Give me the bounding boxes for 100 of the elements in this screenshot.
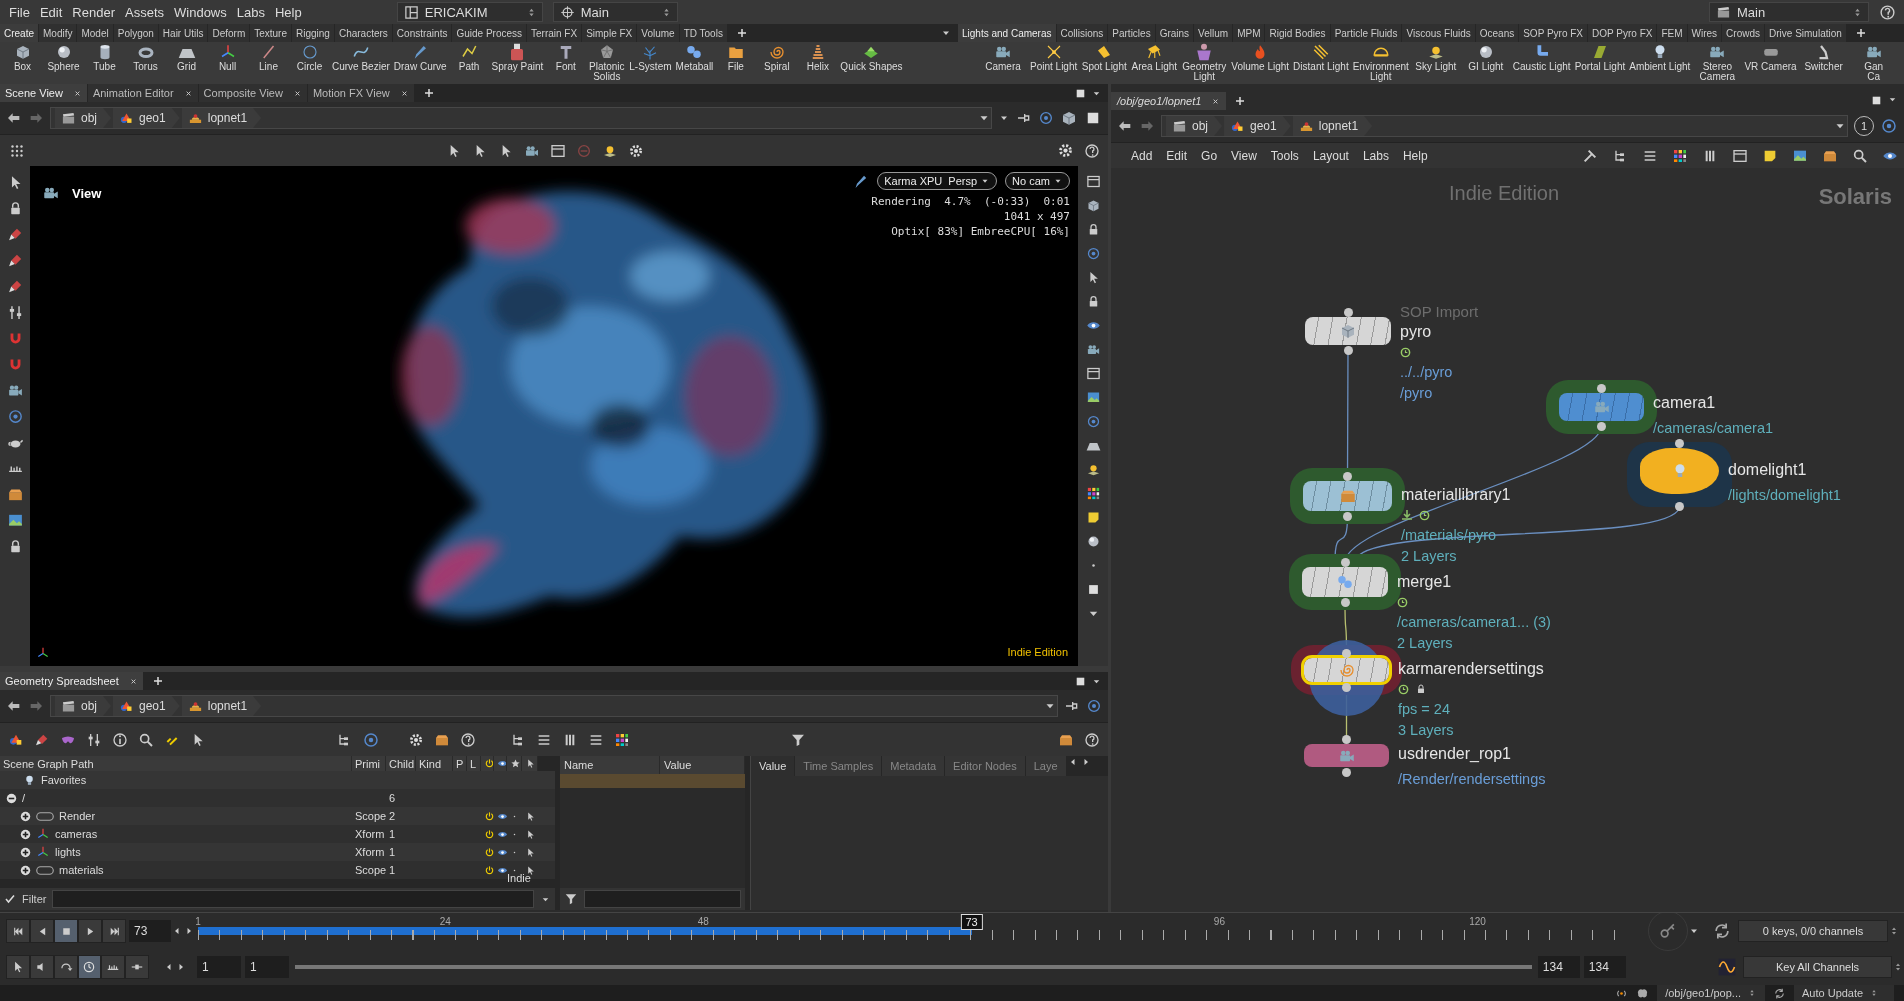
context-dropdown[interactable]: Main [552,2,678,22]
shelf-tool[interactable]: Box [2,43,43,72]
shelf-tab[interactable]: Particles [1108,24,1155,42]
tree-label[interactable]: cameras [55,828,98,840]
pane-tab[interactable]: /obj/geo1/lopnet1 [1111,92,1227,110]
shelf-tool[interactable]: Spray Paint [489,43,546,72]
shelf-tab[interactable]: Terrain FX [527,24,582,42]
end-frame-field[interactable]: 134 [1583,956,1626,978]
menu-item[interactable]: Layout [1306,148,1355,163]
frame-field[interactable]: 73 [129,920,171,942]
tree-label[interactable]: / [22,792,26,804]
shelf-tab[interactable]: Viscous Fluids [1402,24,1475,42]
tree-label[interactable]: Render [59,810,96,822]
shelf-tool[interactable]: Platonic Solids [586,43,628,82]
shelf-tab[interactable]: Collisions [1056,24,1108,42]
shelf-tab[interactable]: Vellum [1194,24,1233,42]
shelf-tool[interactable]: Caustic Light [1510,43,1573,72]
menu-item[interactable]: Edit [1160,148,1194,163]
menu-item[interactable]: View [1225,148,1263,163]
menu-item[interactable]: Help [269,1,307,23]
pane-tab[interactable]: Composite View [198,84,307,102]
shelf-tab[interactable]: Simple FX [582,24,637,42]
desktop-dropdown[interactable]: ERICAKIM [396,2,543,22]
shelf-tool[interactable]: Camera [978,43,1028,72]
start-frame-field[interactable]: 1 [196,956,241,978]
renderer-dropdown[interactable]: Karma XPU Persp [877,172,998,190]
shelf-tab[interactable]: Constraints [392,24,452,42]
shelf-tab[interactable]: MPM [1233,24,1265,42]
shelf-tool[interactable]: Null [207,43,248,72]
detail-tab[interactable]: Time Samples [795,756,882,776]
shelf-tab[interactable]: Deform [208,24,250,42]
shelf-tool[interactable]: Volume Light [1229,43,1292,72]
shelf-tool[interactable]: L-System [627,43,674,72]
path-segment[interactable]: lopnet1 [181,696,262,716]
shelf-tool[interactable]: Quick Shapes [838,43,905,72]
shelf-tool[interactable]: Portal Light [1572,43,1628,72]
shelf-tool[interactable]: Font [545,43,587,72]
path-segment[interactable]: geo1 [113,696,180,716]
shelf-tab[interactable]: Rigging [292,24,334,42]
shelf-tab[interactable]: Characters [334,24,392,42]
shelf-tab[interactable]: Guide Process [452,24,526,42]
tree-label[interactable]: Favorites [41,774,87,786]
shelf-tab[interactable]: Create [0,24,38,42]
shelf-tool[interactable]: Tube [84,43,125,72]
shelf-tab[interactable]: Oceans [1475,24,1519,42]
menu-item[interactable]: Go [1195,148,1224,163]
shelf-tool[interactable]: Grid [166,43,207,72]
tree-label[interactable]: materials [59,864,104,876]
detail-tab[interactable]: Value [751,756,795,776]
shelf-tool[interactable]: Line [248,43,289,72]
shelf-tool[interactable]: Switcher [1798,43,1849,72]
current-frame-marker[interactable]: 73 [960,914,983,930]
shelf-tool[interactable]: Helix [797,43,839,72]
pane-tab[interactable]: Motion FX View [307,84,414,102]
path-segment[interactable]: lopnet1 [181,108,262,128]
shelf-tool[interactable]: Environment Light [1350,43,1411,82]
menu-item[interactable]: Labs [231,1,270,23]
shelf-tool[interactable]: Stereo Camera [1692,43,1743,82]
start-frame-field[interactable]: 1 [244,956,289,978]
shelf-tab[interactable]: Polygon [113,24,158,42]
shelf-tool[interactable]: File [715,43,757,72]
end-frame-field[interactable]: 134 [1537,956,1580,978]
update-mode-dropdown[interactable]: Auto Update [1794,985,1894,1001]
shelf-tool[interactable]: Metaball [673,43,716,72]
detail-tab[interactable]: Metadata [882,756,945,776]
timeline-track[interactable]: 1 24 48 73 96 120 [198,916,1628,946]
shelf-tab[interactable]: Crowds [1722,24,1764,42]
shelf-tab[interactable]: Texture [250,24,291,42]
shelf-tool[interactable]: Curve Bezier [330,43,392,72]
menu-item[interactable]: Edit [34,1,68,23]
menu-item[interactable]: File [4,1,35,23]
shelf-tool[interactable]: VR Camera [1742,43,1799,72]
pane-tab[interactable]: Animation Editor [87,84,198,102]
shelf-tab[interactable]: Modify [39,24,77,42]
menu-item[interactable]: Windows [169,1,232,23]
shelf-tab[interactable]: Particle Fluids [1330,24,1402,42]
menu-item[interactable]: Add [1125,148,1159,163]
shelf-tab[interactable]: DOP Pyro FX [1588,24,1657,42]
shelf-tool[interactable]: Area Light [1129,43,1180,72]
key-mode-dropdown[interactable]: Key All Channels [1743,956,1892,978]
menu-item[interactable]: Help [1396,148,1434,163]
shelf-tab[interactable]: Drive Simulation [1765,24,1846,42]
shelf-tab[interactable]: SOP Pyro FX [1519,24,1588,42]
pane-tab[interactable]: Geometry Spreadsheet [0,672,143,690]
shelf-tool[interactable]: Draw Curve [391,43,449,72]
shelf-tool[interactable]: Torus [125,43,166,72]
shelf-tool[interactable]: Ambient Light [1627,43,1693,72]
pane-tab[interactable]: Scene View [0,84,87,102]
shelf-tool[interactable]: Geometry Light [1179,43,1230,82]
menu-item[interactable]: Assets [120,1,169,23]
shelf-tab[interactable]: Hair Utils [158,24,208,42]
path-segment[interactable]: obj [55,108,111,128]
path-segment[interactable]: obj [55,696,111,716]
path-segment[interactable]: lopnet1 [1292,116,1373,136]
shelf-tool[interactable]: Point Light [1028,43,1080,72]
shelf-tool[interactable]: Spot Light [1079,43,1130,72]
shelf-tab[interactable]: Rigid Bodies [1265,24,1330,42]
path-segment[interactable]: geo1 [113,108,180,128]
camera-dropdown[interactable]: No cam [1005,172,1070,190]
menu-item[interactable]: Labs [1356,148,1395,163]
